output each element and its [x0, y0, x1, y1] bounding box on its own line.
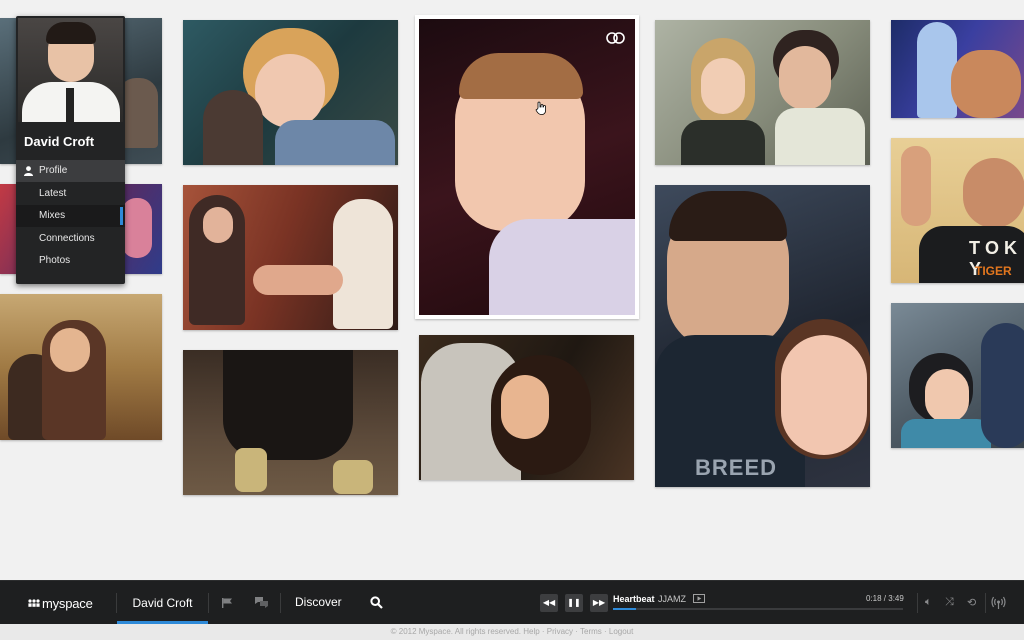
photo-tile[interactable]: BREED [655, 185, 870, 487]
volume-icon[interactable]: 🔈︎ [925, 596, 932, 609]
nav-discover[interactable]: Discover [295, 595, 342, 609]
progress-track[interactable] [613, 608, 903, 610]
myspace-logo[interactable]: myspace [28, 594, 93, 612]
hand-cursor-icon [535, 101, 546, 115]
broadcast-icon[interactable] [991, 596, 1006, 609]
profile-avatar[interactable] [18, 18, 123, 122]
video-icon[interactable] [693, 594, 705, 603]
photo-tile[interactable] [419, 335, 634, 480]
shirt-text: TIGER [975, 264, 1012, 278]
photo-tile[interactable] [183, 185, 398, 330]
photo-tile-selected[interactable] [415, 15, 639, 319]
chat-icon[interactable] [254, 596, 269, 609]
photo-tile[interactable] [655, 20, 870, 165]
photo-tile[interactable] [891, 303, 1024, 448]
shirt-text: BREED [695, 455, 778, 480]
menu-item-photos[interactable]: Photos [16, 250, 125, 272]
profile-menu: David Croft Profile Latest Mixes Connect… [16, 16, 125, 284]
link-rings-icon[interactable] [605, 31, 627, 45]
track-time: 0:18 / 3:49 [866, 594, 904, 603]
myspace-logo-icon [28, 599, 40, 607]
footer-links[interactable]: © 2012 Myspace. All rights reserved. Hel… [0, 624, 1024, 640]
pause-button[interactable]: ❚❚ [565, 594, 583, 612]
now-playing[interactable]: Heartbeat JJAMZ [613, 594, 686, 604]
fast-forward-button[interactable]: ▶▶ [590, 594, 608, 612]
rewind-button[interactable]: ◀◀ [540, 594, 558, 612]
user-icon [24, 166, 33, 176]
progress-fill [613, 608, 636, 610]
photo-tile[interactable] [0, 294, 162, 440]
track-artist: JJAMZ [658, 594, 687, 604]
photo-tile[interactable] [183, 20, 398, 165]
scroll-indicator [120, 207, 123, 225]
flag-icon[interactable] [221, 597, 233, 609]
nav-tab-user[interactable]: David Croft [117, 581, 208, 624]
photo-tile[interactable] [183, 350, 398, 495]
search-icon[interactable] [370, 596, 383, 609]
track-title: Heartbeat [613, 594, 655, 604]
repeat-icon[interactable]: ⟲ [967, 596, 976, 609]
profile-name: David Croft [24, 134, 95, 149]
menu-item-profile[interactable]: Profile [16, 160, 125, 182]
photo-tile[interactable] [891, 20, 1024, 118]
menu-item-latest[interactable]: Latest [16, 183, 125, 205]
menu-item-connections[interactable]: Connections [16, 228, 125, 250]
photo-tile[interactable]: T O K Y TIGER [891, 138, 1024, 283]
player-bar: myspace David Croft Discover ◀◀ ❚❚ ▶▶ He… [0, 580, 1024, 624]
shuffle-icon[interactable]: ⤨ [945, 596, 954, 609]
menu-item-mixes[interactable]: Mixes [16, 205, 125, 227]
